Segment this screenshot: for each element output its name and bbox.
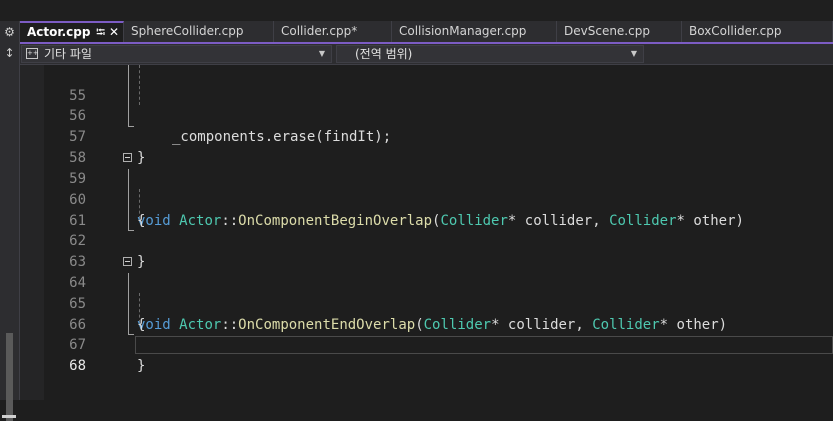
code-line[interactable]: 60 { — [20, 169, 833, 229]
collapse-icon[interactable] — [123, 257, 132, 266]
scope-label: (전역 범위) — [355, 47, 413, 61]
chevron-down-icon: ▼ — [318, 49, 325, 58]
tab-label: Actor.cpp — [27, 25, 91, 39]
code-line[interactable]: 59 void Actor::OnComponentBeginOverlap(C… — [20, 148, 833, 229]
code-line[interactable]: 68 — [20, 335, 833, 374]
tab-bar: Actor.cpp ⭾ ✕ SphereCollider.cpp Collide… — [20, 21, 833, 44]
tab-devscene-cpp[interactable]: DevScene.cpp — [557, 21, 682, 42]
tab-actor-cpp[interactable]: Actor.cpp ⭾ ✕ — [20, 21, 124, 42]
code-line[interactable]: 64 void Actor::OnComponentEndOverlap(Col… — [20, 252, 833, 333]
code-line[interactable]: 55 — [20, 65, 833, 104]
tab-collider-cpp[interactable]: Collider.cpp* — [274, 21, 392, 42]
tab-spherecollider-cpp[interactable]: SphereCollider.cpp — [124, 21, 274, 42]
tab-label: DevScene.cpp — [564, 24, 650, 38]
pin-close-icon[interactable]: ⭾ ✕ — [96, 23, 119, 42]
scrollbar-thumb[interactable] — [6, 333, 13, 421]
collapse-icon[interactable] — [123, 153, 132, 162]
code-text: } — [137, 356, 145, 377]
tab-label: SphereCollider.cpp — [131, 24, 244, 38]
code-line[interactable]: 58 — [20, 127, 833, 166]
code-token: } — [137, 358, 146, 374]
file-icon: ++ — [26, 48, 39, 59]
tab-label: Collider.cpp* — [281, 24, 358, 38]
code-line[interactable]: 63 — [20, 231, 833, 270]
code-line[interactable]: 57 } — [20, 106, 833, 166]
navigation-bar: ++ 기타 파일 ▼ (전역 범위) ▼ — [20, 44, 833, 65]
panel-indicator — [2, 415, 16, 418]
pin-icon[interactable]: ↕ — [1, 45, 18, 62]
code-line[interactable]: 65 { — [20, 273, 833, 333]
tab-label: CollisionManager.cpp — [399, 24, 527, 38]
gear-icon[interactable]: ⚙ — [1, 24, 18, 41]
project-label: 기타 파일 — [44, 47, 92, 61]
tab-boxcollider-cpp[interactable]: BoxCollider.cpp — [682, 21, 833, 42]
code-line[interactable]: 67 } — [20, 314, 833, 374]
code-line[interactable]: 66 — [20, 294, 833, 333]
code-line[interactable]: 62 } — [20, 210, 833, 270]
line-number: 68 — [69, 358, 86, 374]
title-strip — [0, 0, 833, 21]
tab-collisionmanager-cpp[interactable]: CollisionManager.cpp — [392, 21, 557, 42]
tab-label: BoxCollider.cpp — [689, 24, 782, 38]
side-tool-strip: ⚙ ↕ — [0, 21, 20, 421]
code-line[interactable]: 56 _components.erase(findIt); — [20, 85, 833, 145]
scope-dropdown[interactable]: (전역 범위) ▼ — [336, 45, 644, 63]
chevron-down-icon: ▼ — [630, 49, 637, 58]
code-line[interactable]: 61 — [20, 190, 833, 229]
code-editor[interactable]: 55 56 _components.erase(findIt); 57 } 58… — [20, 65, 833, 400]
project-dropdown[interactable]: ++ 기타 파일 ▼ — [21, 45, 332, 63]
